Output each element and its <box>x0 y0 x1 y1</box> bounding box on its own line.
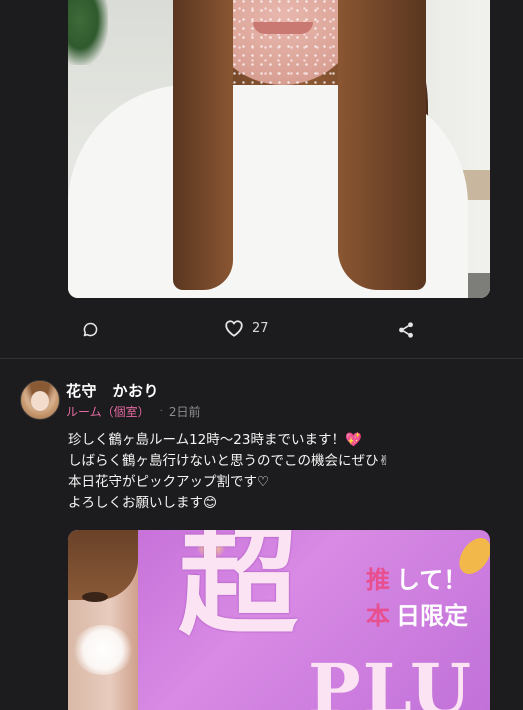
post-action-bar: 27 <box>0 310 523 350</box>
photo-lips <box>253 22 313 34</box>
avatar-face <box>31 391 49 411</box>
photo-hair-right <box>338 0 426 290</box>
post-meta: ルーム（個室） · 2日前 <box>66 403 200 420</box>
post-photo[interactable] <box>68 0 490 298</box>
author-name[interactable]: 花守 かおり <box>66 380 159 401</box>
share-icon <box>397 321 415 339</box>
post-timestamp: 2日前 <box>168 405 201 419</box>
post-body-line: 本日花守がピックアップ割です♡ <box>68 474 270 490</box>
comment-icon <box>82 321 99 338</box>
banner-tag-a: 推 <box>366 566 390 594</box>
post-body-line: よろしくお願いします😊 <box>68 495 218 511</box>
photo-hair-left <box>173 0 233 290</box>
post-body-line: 珍しく鶴ヶ島ルーム12時〜23時までいます！💖 <box>68 432 362 448</box>
banner-tag-b: 本 <box>366 602 390 630</box>
post-divider <box>0 358 523 359</box>
post-category[interactable]: ルーム（個室） <box>66 403 150 420</box>
banner-big-word: PLU <box>308 648 474 710</box>
post-body-line: しばらく鶴ヶ島行けないと思うのでこの機会にぜひ✌ <box>68 453 390 469</box>
share-button[interactable] <box>397 321 415 339</box>
avatar[interactable] <box>20 380 60 420</box>
heart-icon <box>224 319 244 337</box>
post-body: 珍しく鶴ヶ島ルーム12時〜23時までいます！💖 しばらく鶴ヶ島行けないと思うので… <box>68 430 508 514</box>
photo-plant <box>68 0 108 65</box>
banner-tag-a-rest: して！ <box>396 566 468 594</box>
like-count: 27 <box>252 320 269 336</box>
banner-person-eye <box>82 592 108 602</box>
banner-big-char: 超 <box>178 530 298 652</box>
meta-separator: · <box>159 406 163 417</box>
post-banner-image[interactable]: 超 推 して！ 本 日限定 PLU <box>68 530 490 710</box>
banner-face-blur <box>73 625 133 675</box>
like-button[interactable]: 27 <box>224 319 269 337</box>
comment-button[interactable] <box>82 321 99 338</box>
post-header: 花守 かおり ルーム（個室） · 2日前 <box>20 378 510 422</box>
banner-tag-b-rest: 日限定 <box>396 602 468 630</box>
feed: 27 花守 かおり ルーム（個室） · 2日前 珍しく鶴ヶ島ルーム12時〜23時… <box>0 0 523 710</box>
